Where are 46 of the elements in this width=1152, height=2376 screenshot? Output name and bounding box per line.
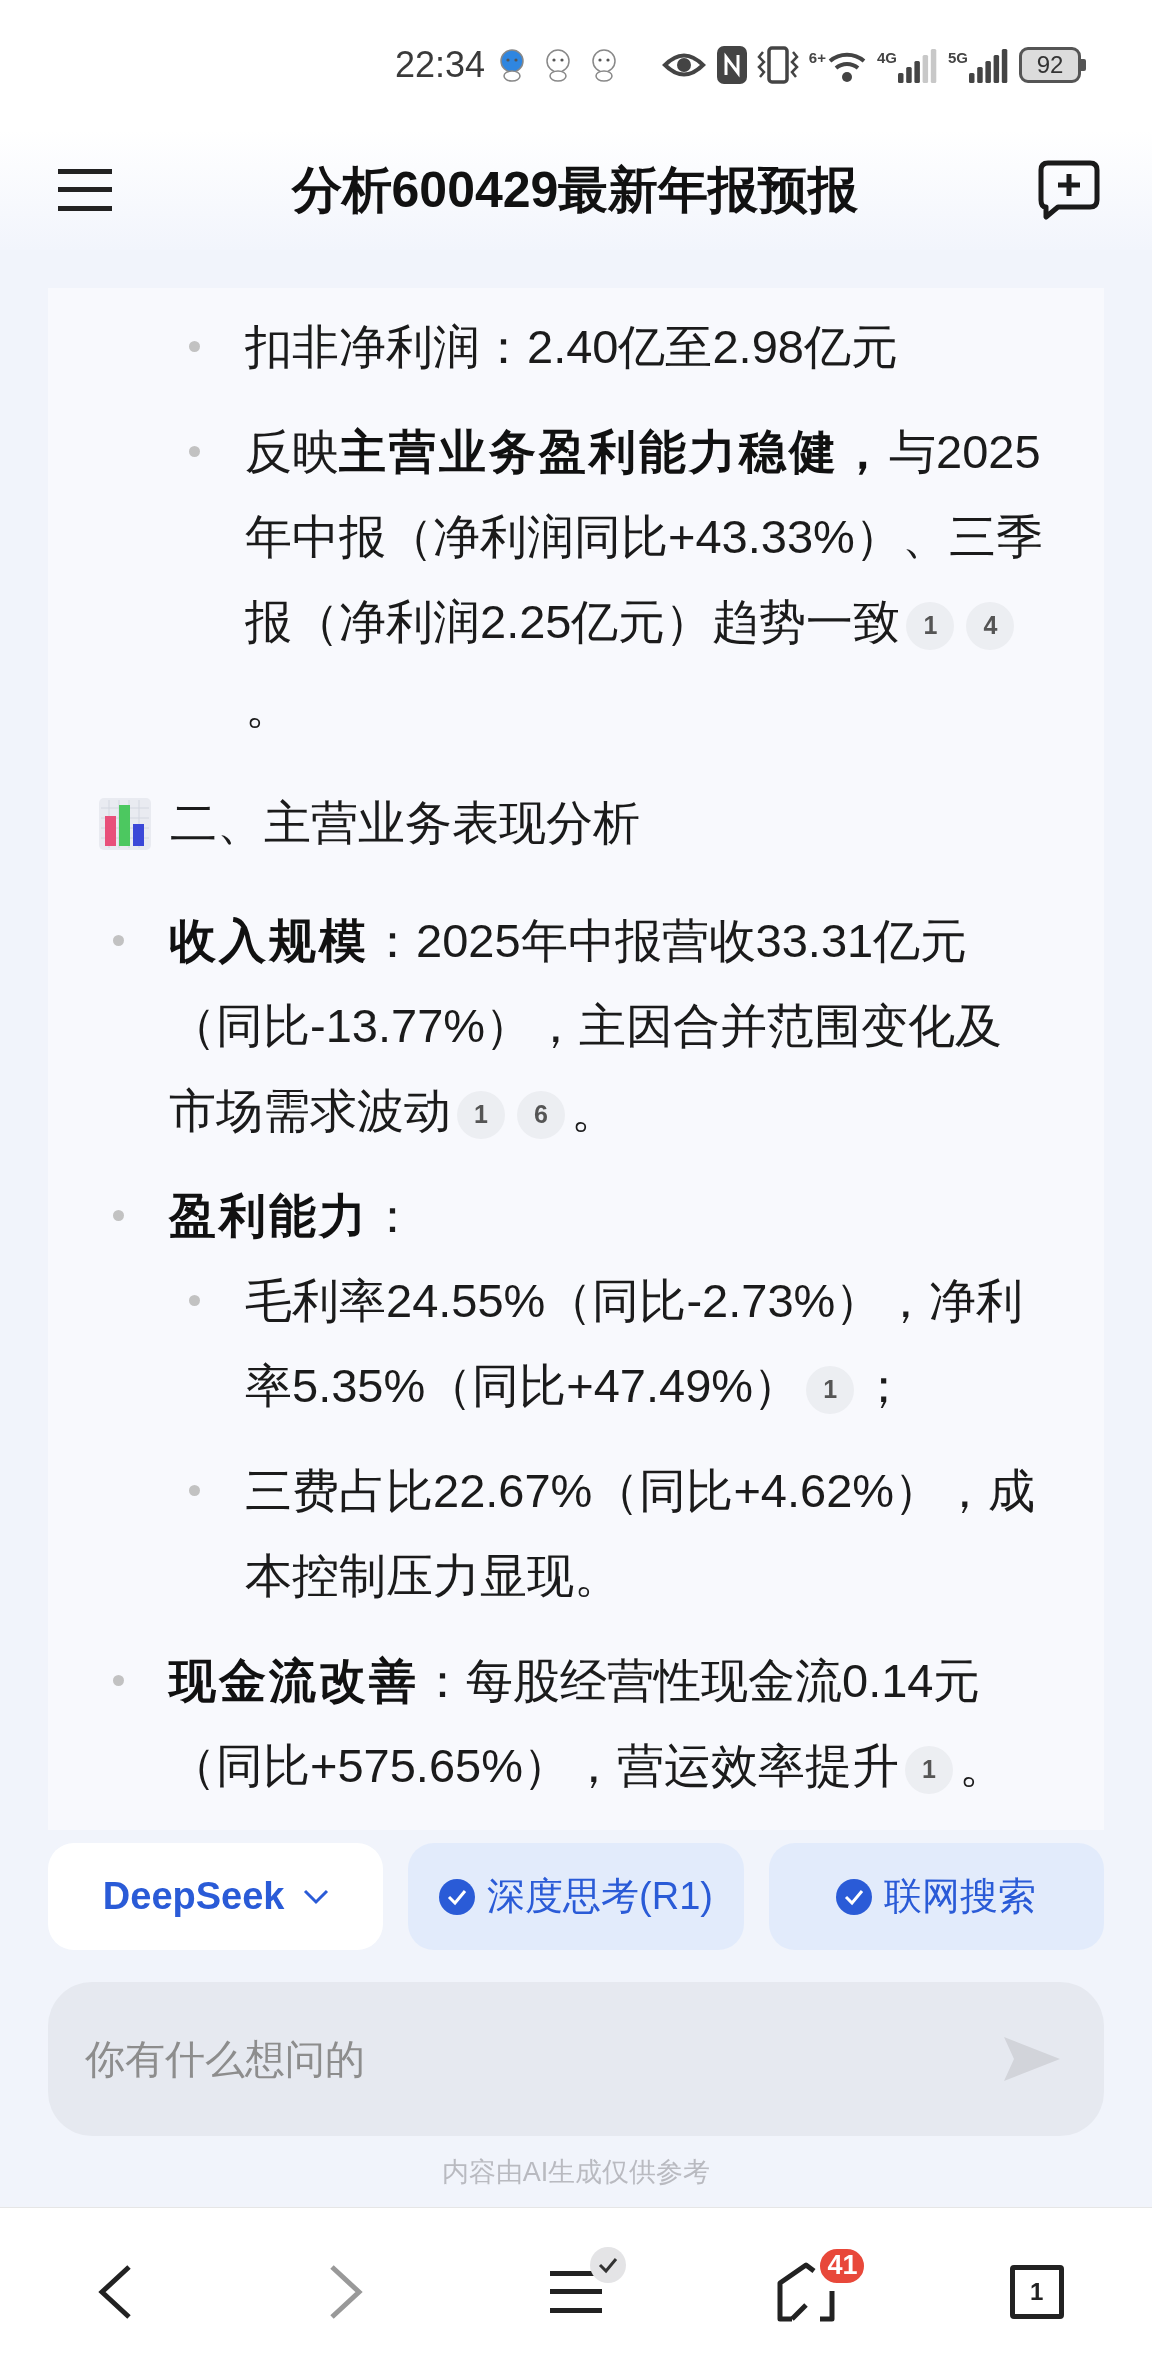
- wifi-standard-text: 6+: [808, 49, 826, 66]
- network-type-text: 5G: [948, 49, 968, 66]
- notification-count: 41: [818, 2247, 867, 2285]
- bullet-icon: [112, 1210, 124, 1221]
- bullet-icon: [112, 935, 124, 946]
- list-item-text: 三费占比22.67%（同比+4.62%），成本控制压力显现。: [245, 1463, 1037, 1604]
- list-item-text: 扣非净利润：2.40亿至2.98亿元: [245, 319, 899, 375]
- citation-link[interactable]: 1: [806, 1365, 855, 1414]
- page-title: 分析600429最新年报预报: [290, 160, 860, 220]
- bullet-icon: [188, 341, 200, 352]
- message-input[interactable]: 你有什么想问的: [48, 1982, 1104, 2136]
- bullet-icon: [188, 446, 200, 457]
- disclaimer-text: 内容由AI生成仅供参考: [441, 2155, 711, 2189]
- signal-icon: [898, 47, 938, 83]
- toggle-chip[interactable]: 联网搜索: [768, 1843, 1104, 1950]
- signal-icon: [969, 47, 1009, 83]
- list-item-text: 盈利能力：: [169, 1188, 417, 1244]
- chevron-down-icon: [302, 1888, 329, 1905]
- tab-count-button[interactable]: 1: [1009, 2265, 1064, 2319]
- citation-link[interactable]: 1: [906, 601, 955, 650]
- citation-link[interactable]: 1: [457, 1090, 505, 1139]
- list-item-text: 毛利率24.55%（同比-2.73%），净利率5.35%（同比+47.49%） 1 ；: [245, 1273, 1025, 1416]
- nfc-icon: [716, 46, 747, 84]
- menu-icon[interactable]: [550, 2269, 602, 2315]
- section-heading: 二、主营业务表现分析: [170, 795, 640, 851]
- check-circle-icon: [439, 1878, 476, 1915]
- bullet-icon: [188, 1295, 200, 1306]
- vibrate-icon: [756, 46, 799, 84]
- citation-link[interactable]: 4: [966, 601, 1015, 650]
- battery-indicator: 92: [1019, 47, 1086, 83]
- check-badge-icon: [590, 2247, 626, 2283]
- citation-link[interactable]: 1: [905, 1745, 953, 1794]
- list-item-text: 反映主营业务盈利能力稳健，与2025年中报（净利润同比+43.33%）、三季报（净利润2.25亿元）趋势一致 1 4 。: [245, 424, 1044, 735]
- bullet-icon: [112, 1675, 124, 1686]
- bar-chart-icon: [99, 797, 151, 850]
- list-item-text: 收入规模：2025年中报营收33.31亿元（同比-13.77%），主因合并范围变化及市场需求波动 1 6 。: [169, 913, 1004, 1141]
- status-time: 22:34: [395, 44, 486, 86]
- citation-link[interactable]: 6: [517, 1090, 565, 1139]
- bullet-icon: [188, 1485, 200, 1496]
- list-item-text: 现金流改善：每股经营性现金流0.14元（同比+575.65%），营运效率提升 1 。: [169, 1653, 1007, 1796]
- toggle-chip[interactable]: 深度思考(R1): [408, 1843, 744, 1950]
- menu-icon[interactable]: [58, 167, 112, 213]
- chat-plus-icon[interactable]: [1038, 160, 1100, 220]
- check-circle-icon: [836, 1878, 873, 1915]
- network-type-text: 4G: [876, 49, 897, 66]
- model-selector[interactable]: DeepSeek: [48, 1843, 384, 1950]
